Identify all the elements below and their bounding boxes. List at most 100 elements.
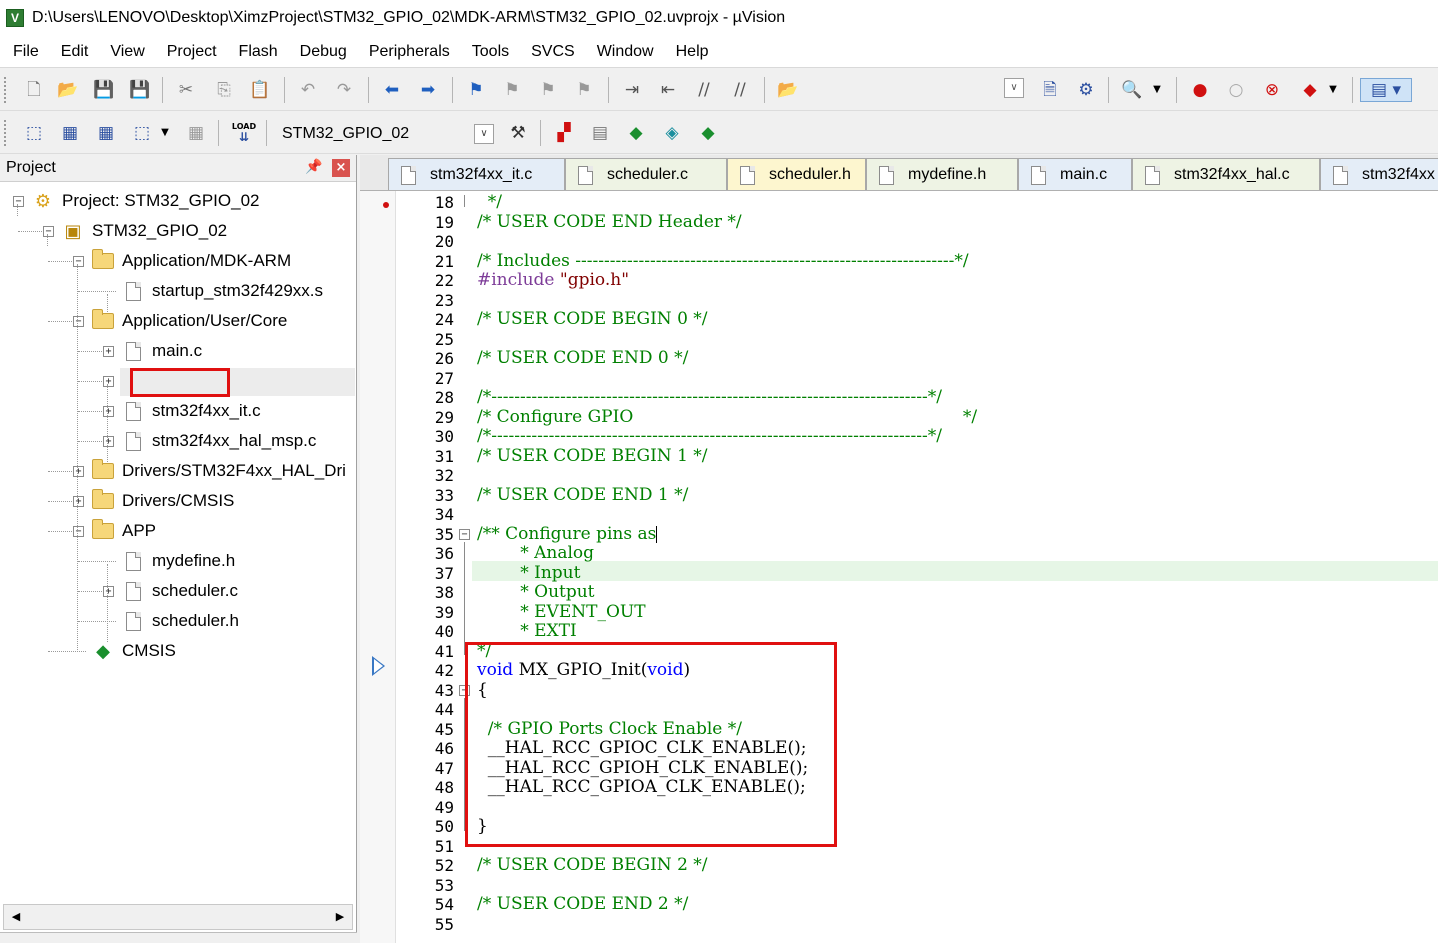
tree-expander-icon[interactable]: + — [103, 376, 114, 387]
new-file-icon[interactable]: 🗋 — [22, 78, 46, 102]
download-icon[interactable]: LOAD ⇊ — [232, 121, 256, 145]
code-line[interactable]: * EXTI — [477, 621, 576, 642]
dropdown-arrow-icon[interactable]: ▼ — [1150, 78, 1164, 102]
editor-tab[interactable]: main.c — [1018, 158, 1132, 190]
code-line[interactable]: * Output — [477, 582, 594, 603]
tree-expander-icon[interactable]: − — [73, 526, 84, 537]
editor-tab[interactable]: mydefine.h — [866, 158, 1018, 190]
code-line[interactable]: * EVENT_OUT — [477, 602, 645, 623]
source-browser-icon[interactable]: ⚙ — [1074, 78, 1098, 102]
tree-item[interactable]: APP — [92, 516, 156, 546]
copy-icon[interactable]: ⎘ — [212, 78, 236, 102]
select-software-packs-icon[interactable]: ◆ — [624, 121, 648, 145]
tree-expander-icon[interactable]: − — [73, 316, 84, 327]
code-line[interactable]: /* Includes ----------------------------… — [477, 251, 969, 272]
project-panel-tabs[interactable] — [0, 932, 357, 943]
debug-session-icon[interactable]: 🔍 — [1120, 78, 1144, 102]
code-line[interactable]: * Input — [477, 563, 580, 584]
tree-item[interactable]: Drivers/CMSIS — [92, 486, 234, 516]
bookmark-prev-icon[interactable]: ⚑ — [500, 78, 524, 102]
editor-tab[interactable]: scheduler.c — [565, 158, 727, 190]
menu-help[interactable]: Help — [665, 38, 720, 66]
nav-forward-icon[interactable]: ➡ — [416, 78, 440, 102]
manage-components-icon[interactable]: ▞ — [552, 121, 576, 145]
menu-edit[interactable]: Edit — [50, 38, 100, 66]
menu-peripherals[interactable]: Peripherals — [358, 38, 461, 66]
pin-icon[interactable]: 📌 — [305, 159, 322, 175]
menu-tools[interactable]: Tools — [461, 38, 520, 66]
breakpoint-gutter[interactable] — [360, 191, 396, 943]
breakpoint-insert-icon[interactable]: ● — [1188, 78, 1212, 102]
window-layout-icon[interactable]: ▤ ▾ — [1360, 78, 1412, 102]
rebuild-icon[interactable]: ▦ — [94, 121, 118, 145]
menu-project[interactable]: Project — [156, 38, 228, 66]
code-line[interactable]: /** Configure pins as — [477, 524, 658, 545]
chevron-down-icon[interactable]: ∨ — [474, 123, 494, 144]
editor-tab[interactable]: stm32f4xx — [1320, 158, 1438, 190]
nav-back-icon[interactable]: ⬅ — [380, 78, 404, 102]
menu-flash[interactable]: Flash — [228, 38, 289, 66]
tree-expander-icon[interactable]: − — [13, 196, 24, 207]
code-line[interactable]: /*--------------------------------------… — [477, 426, 942, 447]
tree-item[interactable]: ◆ CMSIS — [92, 636, 176, 666]
event-recorder-icon[interactable]: ◆ — [696, 121, 720, 145]
tree-item[interactable]: Application/User/Core — [92, 306, 287, 336]
tree-item[interactable]: ▣ STM32_GPIO_02 — [62, 216, 227, 246]
editor-tab[interactable]: scheduler.h — [727, 158, 866, 190]
tree-expander-icon[interactable]: + — [103, 346, 114, 357]
tree-expander-icon[interactable]: + — [73, 496, 84, 507]
save-icon[interactable]: 💾 — [92, 78, 116, 102]
scroll-right-icon[interactable]: ▶ — [330, 907, 350, 927]
undo-icon[interactable]: ↶ — [296, 78, 320, 102]
breakpoint-kill-icon[interactable]: ⊗ — [1260, 78, 1284, 102]
code-line[interactable]: /* USER CODE BEGIN 1 */ — [477, 446, 708, 467]
code-line[interactable]: /* USER CODE BEGIN 2 */ — [477, 855, 708, 876]
code-line[interactable]: /* USER CODE END 0 */ — [477, 348, 688, 369]
tree-item[interactable]: startup_stm32f429xx.s — [122, 276, 323, 306]
code-line[interactable]: */ — [477, 192, 502, 213]
tree-item[interactable]: mydefine.h — [122, 546, 235, 576]
uncomment-icon[interactable]: // — [728, 78, 752, 102]
code-line[interactable]: * Analog — [477, 543, 594, 564]
dropdown-arrow-icon[interactable]: ▼ — [1326, 78, 1340, 102]
translate-icon[interactable]: ⬚ — [22, 121, 46, 145]
tree-expander-icon[interactable]: + — [103, 436, 114, 447]
menu-svcs[interactable]: SVCS — [520, 38, 586, 66]
editor-tab[interactable]: stm32f4xx_hal.c — [1132, 158, 1320, 190]
breakpoint-all-icon[interactable]: ◆ — [1298, 78, 1322, 102]
tree-item[interactable]: scheduler.h — [122, 606, 239, 636]
tree-expander-icon[interactable]: − — [73, 256, 84, 267]
bookmark-next-icon[interactable]: ⚑ — [536, 78, 560, 102]
menu-file[interactable]: File — [2, 38, 50, 66]
tree-item[interactable]: Application/MDK-ARM — [92, 246, 291, 276]
run-time-env-icon[interactable]: ◈ — [660, 121, 684, 145]
tree-item[interactable]: ⚙ Project: STM32_GPIO_02 — [32, 186, 260, 216]
toolbar-grip[interactable] — [4, 77, 7, 103]
fold-toggle-icon[interactable]: − — [459, 528, 470, 540]
tree-item[interactable]: stm32f4xx_hal_msp.c — [122, 426, 316, 456]
build-icon[interactable]: ▦ — [58, 121, 82, 145]
open-file-icon[interactable]: 📂 — [56, 78, 80, 102]
code-line[interactable]: /* Configure GPIO */ — [477, 407, 977, 428]
bookmark-clear-icon[interactable]: ⚑ — [572, 78, 596, 102]
code-line[interactable]: #include "gpio.h" — [477, 270, 629, 291]
dropdown-arrow-icon[interactable]: ∨ — [1004, 78, 1024, 98]
unindent-icon[interactable]: ⇤ — [656, 78, 680, 102]
find-in-files-icon[interactable]: 📂 — [776, 78, 800, 102]
redo-icon[interactable]: ↷ — [332, 78, 356, 102]
tree-item[interactable]: Drivers/STM32F4xx_HAL_Dri — [92, 456, 346, 486]
breakpoint-marker-icon[interactable] — [383, 202, 389, 208]
tree-expander-icon[interactable]: + — [103, 406, 114, 417]
code-line[interactable]: /* USER CODE END 2 */ — [477, 894, 688, 915]
browse-icon[interactable]: 🗎 — [1038, 78, 1062, 102]
paste-icon[interactable]: 📋 — [248, 78, 272, 102]
code-line[interactable]: /* USER CODE END Header */ — [477, 212, 742, 233]
tree-expander-icon[interactable]: − — [43, 226, 54, 237]
tree-item[interactable]: main.c — [122, 336, 202, 366]
indent-icon[interactable]: ⇥ — [620, 78, 644, 102]
batch-build-icon[interactable]: ⬚ — [130, 121, 154, 145]
tree-item[interactable]: stm32f4xx_it.c — [122, 396, 261, 426]
breakpoint-disable-icon[interactable]: ○ — [1224, 78, 1248, 102]
stop-build-icon[interactable]: ▦ — [184, 121, 208, 145]
scroll-left-icon[interactable]: ◀ — [6, 907, 26, 927]
